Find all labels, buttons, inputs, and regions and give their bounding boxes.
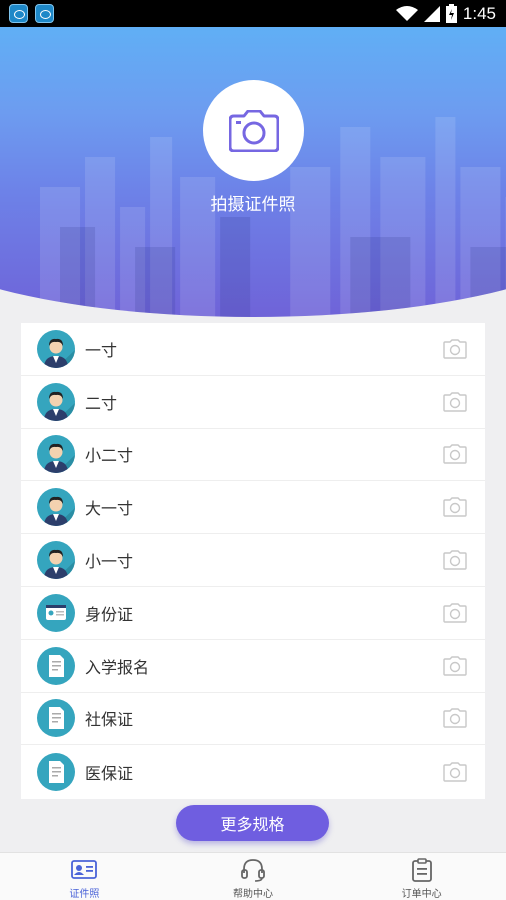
tab-label: 订单中心: [401, 889, 442, 900]
id-photo-icon: [71, 860, 98, 879]
camera-icon[interactable]: [443, 550, 467, 570]
more-specs-button[interactable]: 更多规格: [176, 805, 329, 841]
camera-icon[interactable]: [443, 339, 467, 359]
document-icon: [37, 646, 75, 685]
tab-label: 帮助中心: [233, 889, 273, 900]
headset-icon: [241, 859, 265, 882]
list-item-label: 身份证: [85, 604, 134, 624]
id-card-icon: [37, 593, 75, 632]
list-item-label: 社保证: [85, 710, 134, 730]
list-item[interactable]: 小二寸: [21, 429, 485, 482]
list-item[interactable]: 入学报名: [21, 640, 485, 693]
list-item[interactable]: 二寸: [21, 376, 485, 429]
person-avatar-icon: [37, 435, 75, 474]
bottom-tab-bar: 证件照 帮助中心 订单中心: [0, 852, 506, 900]
list-item-label: 一寸: [85, 340, 118, 360]
person-avatar-icon: [37, 541, 75, 580]
list-item-label: 二寸: [85, 393, 118, 413]
person-avatar-icon: [37, 382, 75, 421]
person-avatar-icon: [37, 488, 75, 527]
tab-order-center[interactable]: 订单中心: [337, 853, 506, 900]
hero-banner: 拍摄证件照: [0, 27, 506, 317]
tab-label: 证件照: [69, 889, 100, 900]
document-icon: [37, 699, 75, 738]
list-item-label: 医保证: [85, 763, 134, 783]
list-item[interactable]: 大一寸: [21, 481, 485, 535]
take-photo-button[interactable]: [203, 80, 304, 181]
camera-icon[interactable]: [443, 655, 467, 676]
person-avatar-icon: [37, 329, 75, 368]
wifi-icon: [395, 5, 418, 21]
cell-signal-icon: [423, 5, 440, 22]
list-item[interactable]: 身份证: [21, 587, 485, 640]
app-notification-icon: [35, 4, 54, 23]
camera-icon[interactable]: [443, 708, 467, 729]
status-bar: 1:45: [0, 0, 506, 27]
camera-icon[interactable]: [443, 391, 467, 412]
clock-time: 1:45: [462, 3, 496, 23]
camera-icon: [228, 109, 279, 152]
list-item[interactable]: 一寸: [21, 323, 485, 376]
app-notification-icon: [9, 4, 28, 23]
camera-icon[interactable]: [443, 762, 467, 782]
document-icon: [37, 752, 75, 791]
list-item[interactable]: 社保证: [21, 693, 485, 746]
list-item-label: 入学报名: [85, 657, 150, 677]
tab-help-center[interactable]: 帮助中心: [169, 853, 338, 900]
list-item-label: 小一寸: [85, 552, 134, 572]
battery-icon: [445, 4, 457, 23]
spec-list: 一寸二寸小二寸大一寸小一寸身份证入学报名社保证医保证: [21, 323, 485, 799]
camera-icon[interactable]: [443, 497, 467, 517]
list-item-label: 大一寸: [85, 499, 134, 519]
hero-title: 拍摄证件照: [210, 195, 296, 215]
list-item[interactable]: 小一寸: [21, 534, 485, 587]
list-item[interactable]: 医保证: [21, 745, 485, 798]
camera-icon[interactable]: [443, 444, 467, 465]
camera-icon[interactable]: [443, 603, 467, 623]
order-list-icon: [411, 858, 432, 882]
list-item-label: 小二寸: [85, 446, 134, 466]
tab-id-photo[interactable]: 证件照: [0, 853, 169, 900]
